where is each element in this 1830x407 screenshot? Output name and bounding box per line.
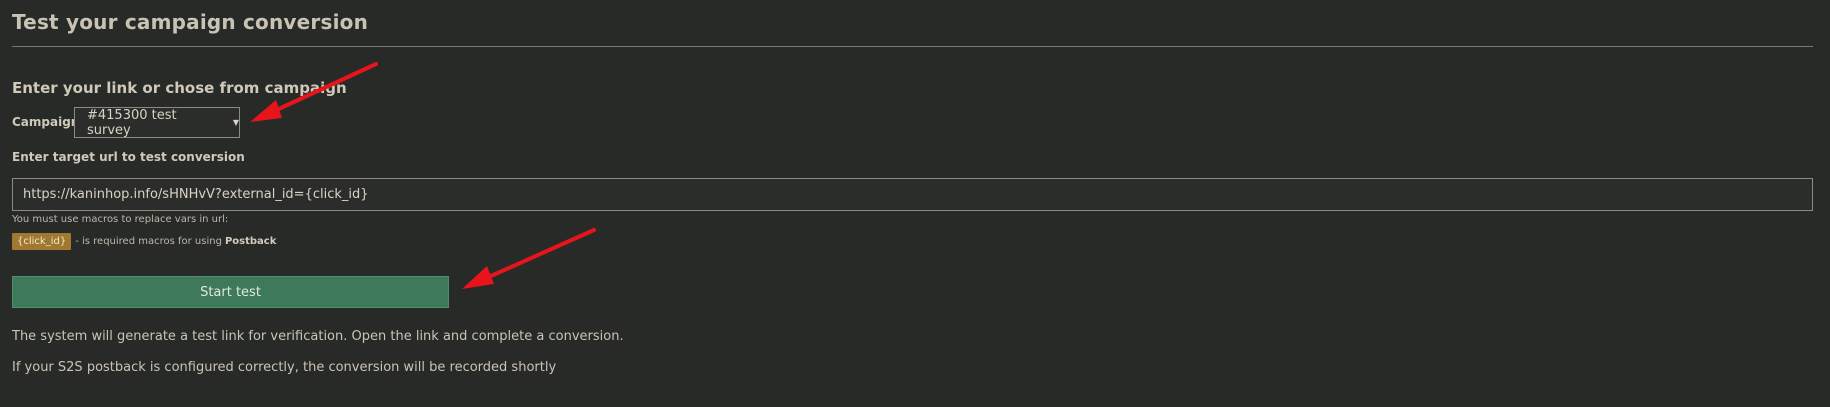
macro-requirement-text: - is required macros for using — [75, 236, 222, 247]
macro-requirement: {click_id} - is required macros for usin… — [12, 233, 276, 250]
section-heading: Enter your link or chose from campaign — [12, 79, 347, 97]
postback-text: Postback — [224, 236, 277, 247]
click-id-macro-badge: {click_id} — [12, 233, 72, 250]
target-url-input[interactable] — [12, 178, 1813, 211]
campaign-selected-value: #415300 test survey — [87, 107, 177, 138]
conversion-test-panel: Test your campaign conversion Enter your… — [12, 0, 1813, 407]
title-divider — [12, 46, 1813, 47]
info-text-postback: If your S2S postback is configured corre… — [12, 360, 557, 375]
page-title: Test your campaign conversion — [12, 10, 369, 34]
macro-hint: You must use macros to replace vars in u… — [12, 214, 229, 225]
campaign-dropdown[interactable]: #415300 test survey ▼ — [74, 107, 240, 138]
caret-down-icon: ▼ — [232, 118, 239, 127]
start-test-button[interactable]: Start test — [12, 276, 449, 308]
target-url-label: Enter target url to test conversion — [12, 150, 245, 164]
info-text-generate: The system will generate a test link for… — [12, 329, 624, 344]
